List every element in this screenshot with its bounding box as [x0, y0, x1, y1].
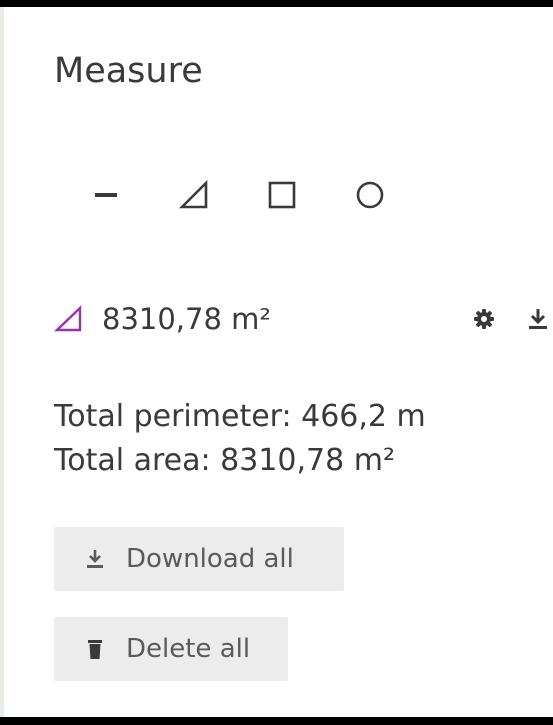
- trash-icon: [84, 636, 106, 662]
- download-all-label: Download all: [126, 544, 294, 574]
- download-icon: [84, 546, 106, 572]
- measurement-row[interactable]: 8310,78 m²: [54, 297, 553, 341]
- download-icon: [529, 309, 547, 329]
- line-tool-button[interactable]: [86, 175, 126, 215]
- totals-summary: Total perimeter: 466,2 m Total area: 831…: [54, 395, 426, 483]
- measure-panel: Measure 8310,78 m² Total perimeter: 466,…: [0, 7, 553, 717]
- download-all-button[interactable]: Download all: [54, 527, 344, 591]
- circle-tool-button[interactable]: [350, 175, 390, 215]
- delete-all-label: Delete all: [126, 634, 251, 664]
- total-perimeter: Total perimeter: 466,2 m: [54, 399, 426, 434]
- panel-title: Measure: [54, 51, 203, 91]
- triangle-icon: [178, 179, 208, 209]
- measure-tools: [86, 175, 438, 215]
- total-area: Total area: 8310,78 m²: [54, 443, 395, 478]
- measurement-value: 8310,78 m²: [102, 302, 272, 336]
- polygon-tool-button[interactable]: [174, 175, 214, 215]
- minus-icon: [95, 193, 117, 197]
- circle-icon: [356, 181, 384, 209]
- rectangle-tool-button[interactable]: [262, 175, 302, 215]
- delete-all-button[interactable]: Delete all: [54, 617, 288, 681]
- settings-button[interactable]: [472, 307, 496, 331]
- triangle-icon: [54, 304, 92, 334]
- gear-icon: [474, 309, 494, 329]
- download-measurement-button[interactable]: [526, 307, 550, 331]
- measurement-actions: [472, 297, 553, 341]
- square-icon: [268, 181, 296, 209]
